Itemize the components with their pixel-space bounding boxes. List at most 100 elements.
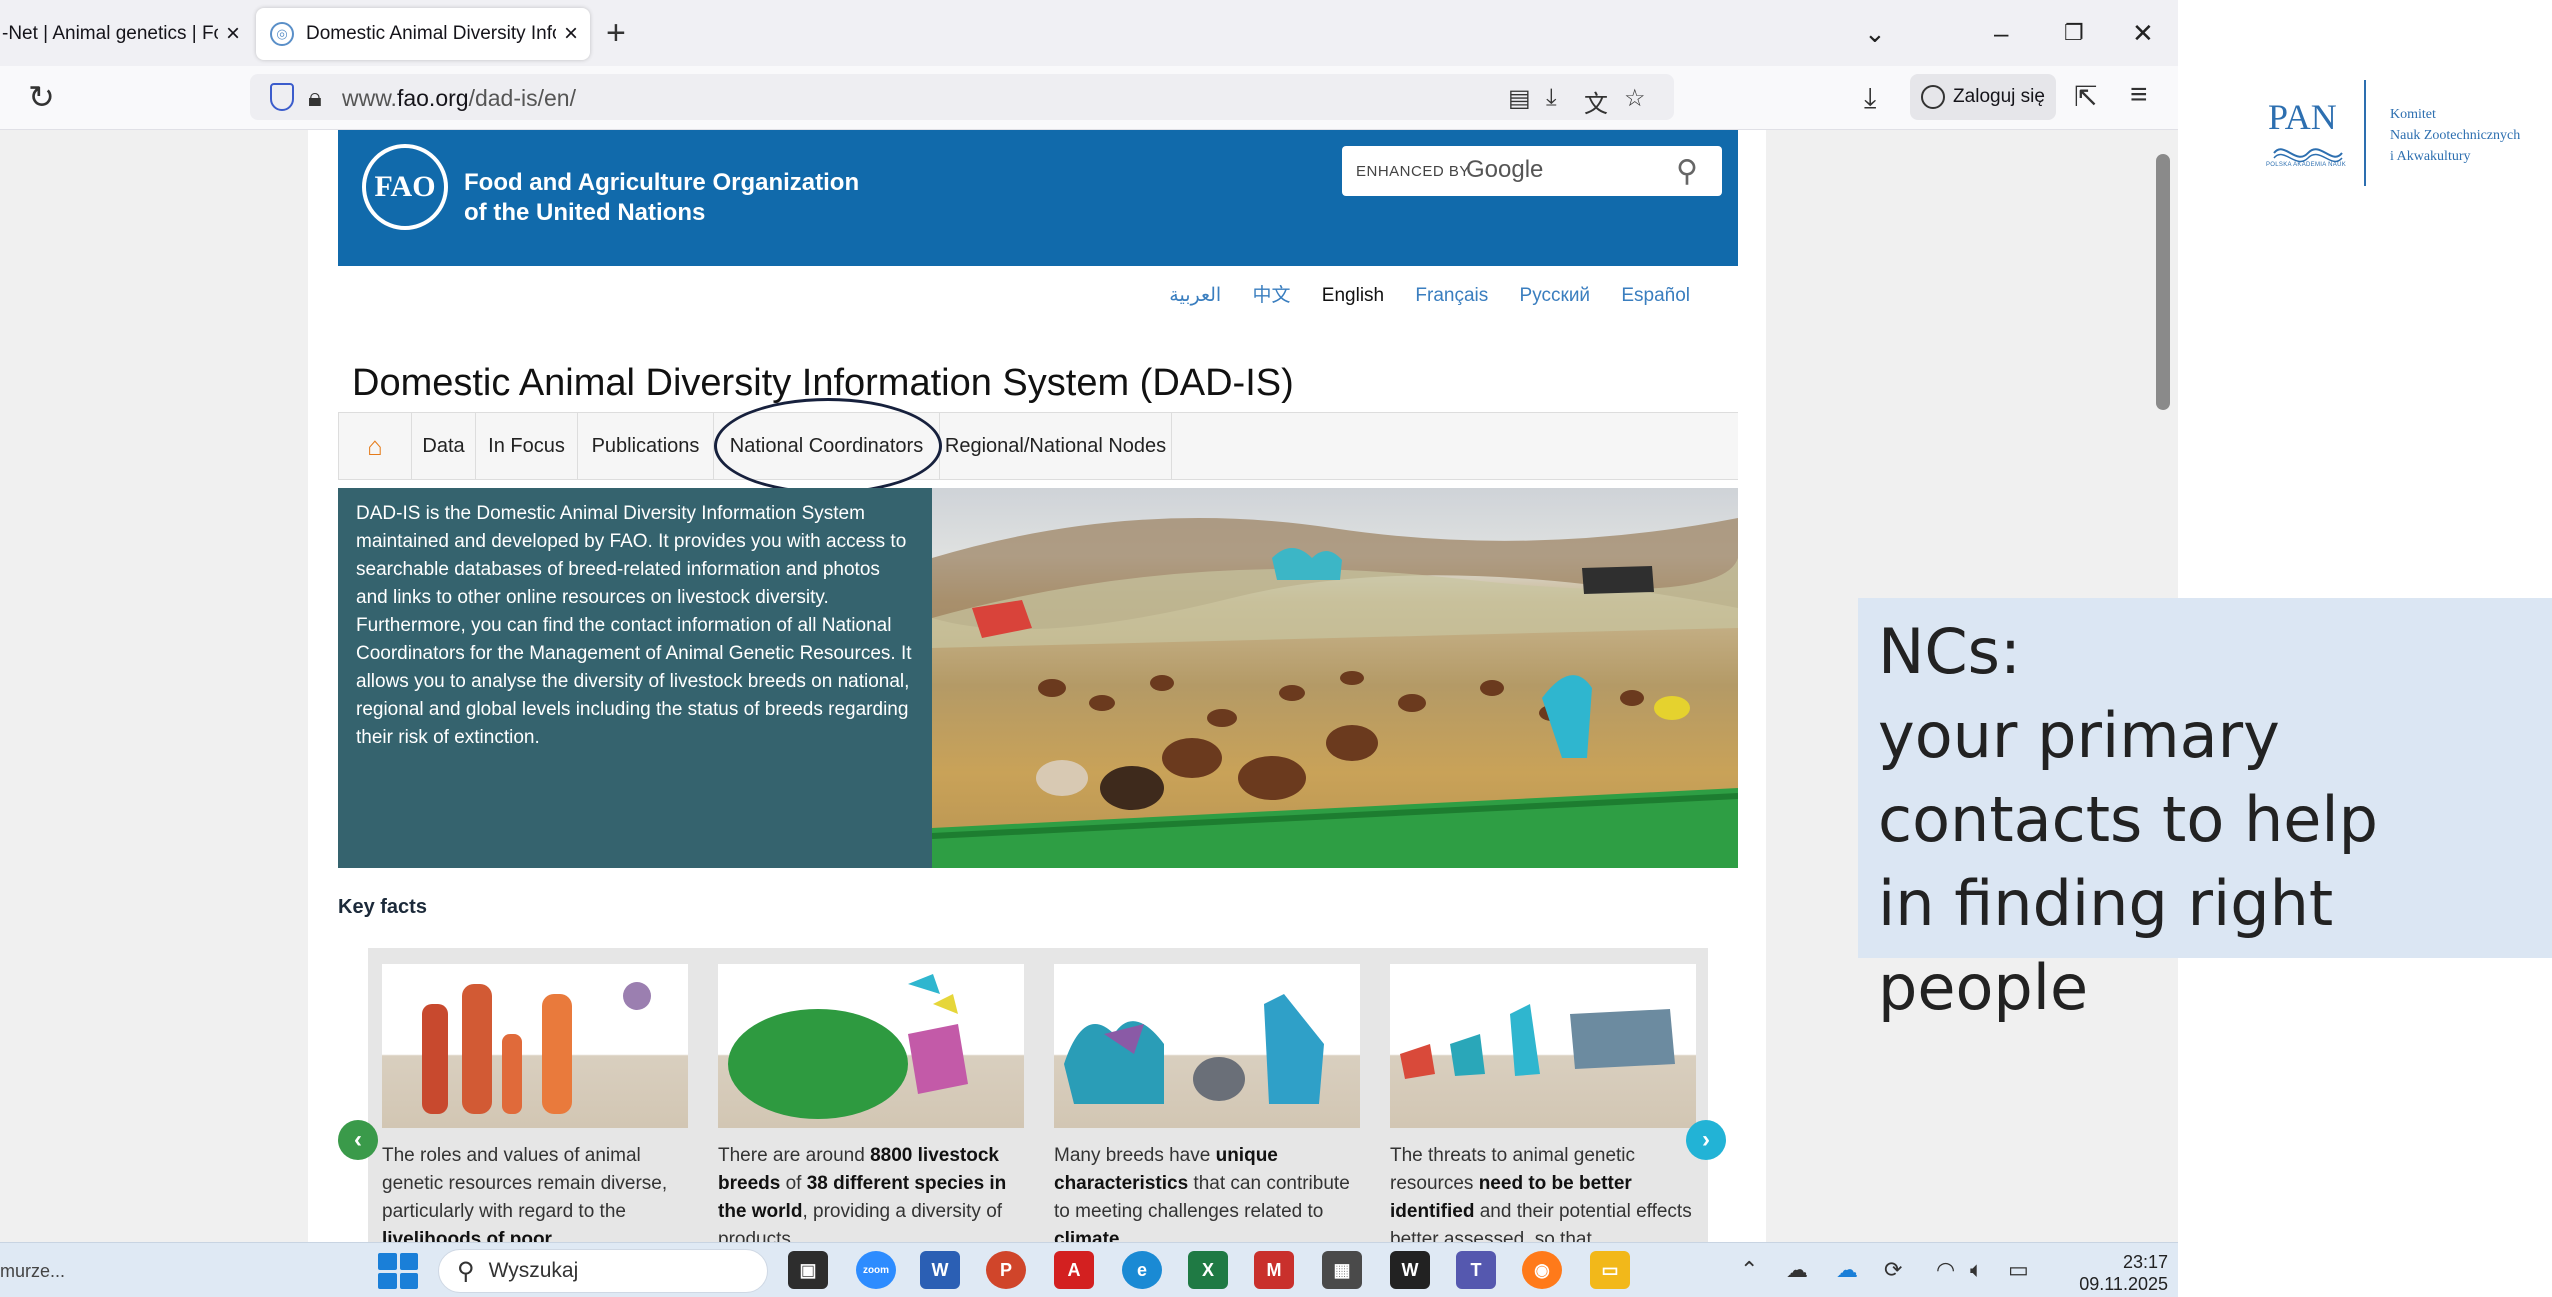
webex-app-icon[interactable]: W [1390, 1251, 1430, 1289]
nav-in-focus[interactable]: In Focus [476, 413, 578, 479]
google-search-box[interactable]: ENHANCED BY Google ⚲ [1342, 146, 1722, 196]
fao-favicon-icon: ◎ [270, 22, 294, 46]
page-scrollbar[interactable] [2156, 154, 2170, 410]
lock-icon[interactable]: 🔒︎ [308, 82, 322, 114]
lang-french[interactable]: Français [1415, 285, 1488, 306]
acrobat-app-icon[interactable]: A [1054, 1251, 1094, 1289]
taskbar-search[interactable]: ⚲ Wyszukaj [438, 1249, 768, 1293]
nav-publications[interactable]: Publications [578, 413, 714, 479]
list-all-tabs-icon[interactable]: ⌄ [1864, 14, 1886, 52]
committee-line: Komitet [2390, 107, 2436, 122]
account-icon [1921, 85, 1946, 109]
close-tab-icon[interactable]: × [226, 20, 240, 48]
carousel-next-icon[interactable]: › [1686, 1120, 1726, 1160]
key-fact-highlight: climate [1054, 1229, 1120, 1242]
firefox-app-icon[interactable]: ◉ [1522, 1251, 1562, 1289]
url-text[interactable]: www.fao.org/dad-is/en/ [342, 85, 576, 112]
new-tab-icon[interactable]: + [606, 14, 626, 52]
key-fact-card[interactable]: The threats to animal genetic resources … [1390, 964, 1696, 1242]
reader-view-icon[interactable]: ▤ [1508, 84, 1531, 113]
committee-line: Nauk Zootechnicznych [2390, 128, 2521, 143]
tab-animal-genetics[interactable]: -Net | Animal genetics | Foo × [0, 8, 240, 60]
key-fact-text: Many breeds have unique characteristics … [1054, 1142, 1360, 1242]
nav-data[interactable]: Data [412, 413, 476, 479]
lang-spanish[interactable]: Español [1621, 285, 1690, 306]
dad-is-nav: ⌂ Data In Focus Publications National Co… [338, 412, 1738, 480]
volume-icon[interactable]: 🔈︎ [1970, 1257, 1983, 1283]
battery-icon[interactable]: ▭ [2008, 1257, 2029, 1283]
pan-committee-logo: PAN POLSKA AKADEMIA NAUK Komitet Nauk Zo… [2262, 80, 2552, 190]
callout-line: in finding right people [1878, 867, 2334, 1024]
livestock-landscape-image [932, 488, 1738, 868]
camel-llama-illustration [1054, 964, 1360, 1128]
pan-logo-small-text: POLSKA AKADEMIA NAUK [2266, 162, 2347, 168]
key-fact-card[interactable]: Many breeds have unique characteristics … [1054, 964, 1360, 1242]
family-illustration [382, 964, 688, 1128]
extensions-icon[interactable]: ⇱ [2074, 80, 2097, 113]
mcafee-app-icon[interactable]: M [1254, 1251, 1294, 1289]
minimize-icon[interactable]: – [1994, 14, 2008, 52]
url-domain: fao.org [396, 85, 469, 111]
file-explorer-icon[interactable]: ▭ [1590, 1251, 1630, 1289]
key-fact-card[interactable]: There are around 8800 livestock breeds o… [718, 964, 1024, 1242]
taskbar-search-placeholder: Wyszukaj [488, 1259, 579, 1282]
org-name-line2: of the United Nations [464, 199, 706, 226]
page-viewport: FAO Food and Agriculture Organization of… [0, 130, 2178, 1242]
onedrive-icon[interactable]: ☁ [1786, 1257, 1808, 1283]
camel-llama-figures [1064, 994, 1324, 1104]
close-tab-icon[interactable]: × [564, 20, 578, 48]
committee-name: Komitet Nauk Zootechnicznych i Akwakultu… [2390, 104, 2520, 167]
threatened-animals-figures [1400, 1004, 1675, 1079]
tracking-protection-shield-icon[interactable] [270, 83, 294, 111]
callout-line: contacts to help [1878, 783, 2378, 856]
close-window-icon[interactable]: ✕ [2132, 14, 2154, 52]
lang-russian[interactable]: Русский [1520, 285, 1591, 306]
key-facts-heading: Key facts [338, 896, 427, 918]
teams-app-icon[interactable]: T [1456, 1251, 1496, 1289]
key-fact-card[interactable]: The roles and values of animal genetic r… [382, 964, 688, 1242]
word-app-icon[interactable]: W [920, 1251, 960, 1289]
bookmark-star-icon[interactable]: ☆ [1624, 84, 1646, 113]
reload-icon[interactable]: ↻ [28, 78, 55, 116]
fao-logo[interactable]: FAO [362, 144, 448, 230]
save-page-icon[interactable]: ⤓ [1546, 84, 1557, 112]
landscape-illustration [932, 518, 1738, 868]
nav-national-coordinators[interactable]: National Coordinators [714, 413, 940, 479]
key-fact-text: There are around 8800 livestock breeds o… [718, 1142, 1024, 1242]
fao-organization-name[interactable]: Food and Agriculture Organization of the… [464, 168, 859, 228]
printer-app-icon[interactable]: ▦ [1322, 1251, 1362, 1289]
url-path: /dad-is/en/ [468, 85, 576, 111]
family-figures [422, 982, 651, 1114]
excel-app-icon[interactable]: X [1188, 1251, 1228, 1289]
powerpoint-app-icon[interactable]: P [986, 1251, 1026, 1289]
sync-icon[interactable]: ⟳ [1884, 1257, 1902, 1283]
tab-title: Domestic Animal Diversity Infor [306, 23, 556, 44]
lang-chinese[interactable]: 中文 [1253, 285, 1291, 306]
search-icon[interactable]: ⚲ [1676, 154, 1698, 189]
language-switcher: العربية 中文 English Français Русский Espa… [308, 280, 1690, 307]
windows-start-icon[interactable] [378, 1253, 418, 1289]
tab-dad-is[interactable]: ◎ Domestic Animal Diversity Infor × [256, 8, 590, 60]
taskbar-clock[interactable]: 23:17 09.11.2025 [2058, 1251, 2168, 1295]
login-button[interactable]: Zaloguj się [1910, 74, 2056, 120]
task-view-icon[interactable]: ▣ [788, 1251, 828, 1289]
hamburger-menu-icon[interactable]: ≡ [2130, 78, 2148, 112]
home-icon[interactable]: ⌂ [338, 413, 412, 479]
translate-icon[interactable]: 文 [1584, 84, 1608, 119]
key-fact-text: The roles and values of animal genetic r… [382, 1142, 688, 1242]
nav-regional-national-nodes[interactable]: Regional/National Nodes [940, 413, 1172, 479]
windows-taskbar: murze... ⚲ Wyszukaj ▣ zoom W P A e X M ▦… [0, 1242, 2178, 1297]
restore-icon[interactable]: ❐ [2064, 14, 2084, 52]
browser-window: -Net | Animal genetics | Foo × ◎ Domesti… [0, 0, 2178, 1297]
lang-english[interactable]: English [1322, 285, 1384, 306]
address-bar[interactable]: 🔒︎ www.fao.org/dad-is/en/ ▤ ⤓ 文 ☆ [250, 74, 1674, 120]
lang-arabic[interactable]: العربية [1169, 285, 1221, 306]
carousel-prev-icon[interactable]: ‹ [338, 1120, 378, 1160]
wifi-icon[interactable]: ◠ [1936, 1257, 1955, 1283]
downloads-icon[interactable]: ⤓ [1864, 82, 1876, 115]
zoom-app-icon[interactable]: zoom [856, 1251, 896, 1289]
tray-overflow-icon[interactable]: ⌃ [1740, 1257, 1758, 1283]
onedrive-business-icon[interactable]: ☁ [1836, 1257, 1858, 1283]
org-name-line1: Food and Agriculture Organization [464, 169, 860, 196]
edge-app-icon[interactable]: e [1122, 1251, 1162, 1289]
